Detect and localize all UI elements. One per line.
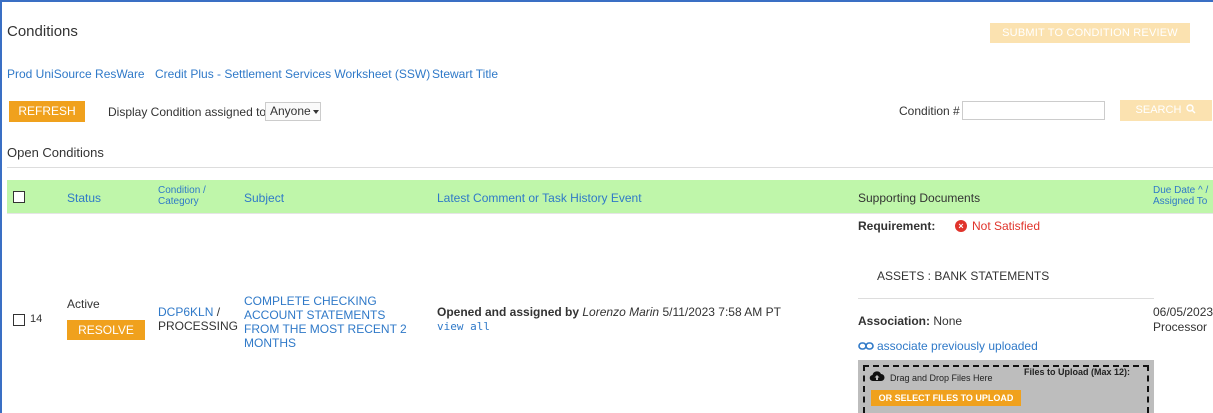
refresh-button[interactable]: REFRESH <box>9 101 85 122</box>
column-header-supporting-documents: Supporting Documents <box>858 191 981 205</box>
assigned-to-select[interactable]: Anyone <box>265 102 321 121</box>
due-date-label: Due Date <box>1153 185 1196 196</box>
subject-link[interactable]: COMPLETE CHECKING ACCOUNT STATEMENTS FRO… <box>244 294 416 350</box>
comment-user: Lorenzo Marin <box>582 305 660 319</box>
latest-comment: Opened and assigned by Lorenzo Marin 5/1… <box>437 305 781 319</box>
files-to-upload-text: Files to Upload (Max 12): <box>1024 367 1131 377</box>
link-unisource-resware[interactable]: Prod UniSource ResWare <box>7 67 145 81</box>
due-assigned: 06/05/2023 Processor <box>1153 305 1213 335</box>
row-condition: DCP6KLN / PROCESSING <box>158 305 238 333</box>
document-divider <box>858 298 1154 299</box>
condition-number-label: Condition # <box>899 104 960 118</box>
cloud-upload-icon <box>869 371 885 382</box>
section-title: Open Conditions <box>7 145 104 160</box>
association-label: Association: <box>858 314 931 328</box>
association: Association: None <box>858 314 962 328</box>
due-date-slash: / <box>1205 185 1209 196</box>
due-date: 06/05/2023 <box>1153 305 1213 319</box>
search-button[interactable]: SEARCH <box>1120 100 1212 121</box>
page-title: Conditions <box>7 23 78 40</box>
document-type: ASSETS : BANK STATEMENTS <box>877 269 1050 283</box>
condition-category: PROCESSING <box>158 319 239 333</box>
condition-code-link[interactable]: DCP6KLN <box>158 305 213 319</box>
row-number: 14 <box>30 313 43 325</box>
association-value: None <box>933 314 963 328</box>
select-files-button[interactable]: OR SELECT FILES TO UPLOAD <box>871 390 1021 406</box>
link-icon <box>858 342 874 350</box>
assigned-filter-label: Display Condition assigned to: <box>108 105 270 119</box>
section-divider <box>7 167 1213 168</box>
column-header-due-date[interactable]: Due Date ^ / Assigned To <box>1153 185 1208 207</box>
condition-separator: / <box>213 305 221 319</box>
row-status: Active <box>67 297 100 311</box>
error-x-icon: × <box>955 220 967 232</box>
comment-prefix: Opened and assigned by <box>437 305 580 319</box>
comment-date: 5/11/2023 7:58 AM PT <box>662 305 781 319</box>
requirement-label: Requirement: <box>858 219 936 233</box>
drag-drop-text: Drag and Drop Files Here <box>890 373 993 383</box>
row-divider <box>7 213 1213 214</box>
column-header-condition[interactable]: Condition / Category <box>158 185 206 207</box>
condition-number-input[interactable] <box>962 101 1105 120</box>
column-header-subject[interactable]: Subject <box>244 191 284 205</box>
sort-asc-icon[interactable]: ^ <box>1198 185 1203 196</box>
search-label: SEARCH <box>1135 104 1182 116</box>
resolve-button[interactable]: RESOLVE <box>67 320 145 340</box>
requirement-status: Not Satisfied <box>972 219 1041 233</box>
associate-previously-uploaded-link[interactable]: associate previously uploaded <box>877 339 1038 353</box>
column-header-condition-line1: Condition / <box>158 185 206 196</box>
column-header-comment[interactable]: Latest Comment or Task History Event <box>437 191 642 205</box>
assigned-to-label: Assigned To <box>1153 196 1208 207</box>
link-credit-plus-ssw[interactable]: Credit Plus - Settlement Services Worksh… <box>155 67 430 81</box>
assigned-to-value: Anyone <box>270 104 311 118</box>
submit-to-condition-review-button[interactable]: SUBMIT TO CONDITION REVIEW <box>990 23 1190 43</box>
caret-down-icon <box>312 109 319 114</box>
link-stewart-title[interactable]: Stewart Title <box>432 67 498 81</box>
column-header-condition-line2: Category <box>158 196 199 207</box>
select-all-checkbox[interactable] <box>13 191 25 203</box>
search-icon <box>1186 104 1196 114</box>
row-checkbox[interactable] <box>13 314 25 326</box>
assigned-to: Processor <box>1153 320 1208 334</box>
column-header-status[interactable]: Status <box>67 191 101 205</box>
view-all-link[interactable]: view all <box>437 320 490 333</box>
